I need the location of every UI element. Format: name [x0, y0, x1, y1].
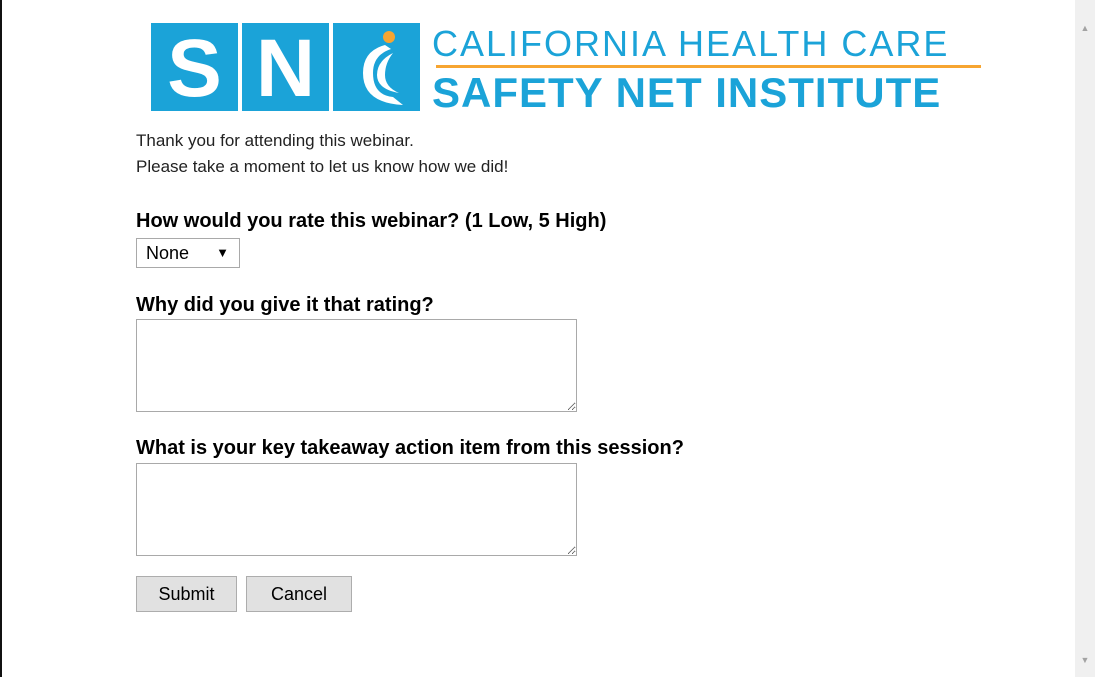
takeaway-textarea[interactable] [136, 463, 577, 556]
window-border [0, 0, 2, 677]
logo-tile-n: N [242, 23, 329, 114]
takeaway-question-label: What is your key takeaway action item fr… [136, 437, 684, 459]
logo-line-california: CALIFORNIA HEALTH CARE [432, 23, 950, 64]
logo-line-safety-net: SAFETY NET INSTITUTE [432, 69, 942, 116]
why-question-label: Why did you give it that rating? [136, 294, 434, 316]
rating-select[interactable]: None ▼ [136, 238, 240, 268]
submit-button[interactable]: Submit [136, 576, 237, 612]
person-figure-icon [363, 31, 403, 105]
survey-page: S N CALIFORNIA HEALTH CARE SAFETY NET IN… [0, 0, 1095, 677]
rating-select-value: None [146, 243, 190, 263]
intro-text: Thank you for attending this webinar. Pl… [136, 128, 508, 180]
sni-logo: S N CALIFORNIA HEALTH CARE SAFETY NET IN… [151, 23, 981, 116]
intro-line-feedback: Please take a moment to let us know how … [136, 157, 509, 176]
cancel-button[interactable]: Cancel [246, 576, 352, 612]
vertical-scrollbar[interactable]: ▲ ▼ [1075, 0, 1095, 677]
chevron-down-icon[interactable]: ▼ [1075, 652, 1095, 669]
logo-divider [436, 65, 981, 68]
rating-question-label: How would you rate this webinar? (1 Low,… [136, 210, 607, 232]
logo-tile-s: S [151, 23, 238, 114]
chevron-up-icon[interactable]: ▲ [1075, 20, 1095, 37]
logo-letter-n: N [255, 23, 316, 114]
intro-line-thanks: Thank you for attending this webinar. [136, 131, 414, 150]
triangle-down-icon: ▼ [216, 245, 229, 260]
logo-tile-figure [333, 23, 420, 111]
logo-letter-s: S [167, 23, 222, 114]
why-textarea[interactable] [136, 319, 577, 412]
